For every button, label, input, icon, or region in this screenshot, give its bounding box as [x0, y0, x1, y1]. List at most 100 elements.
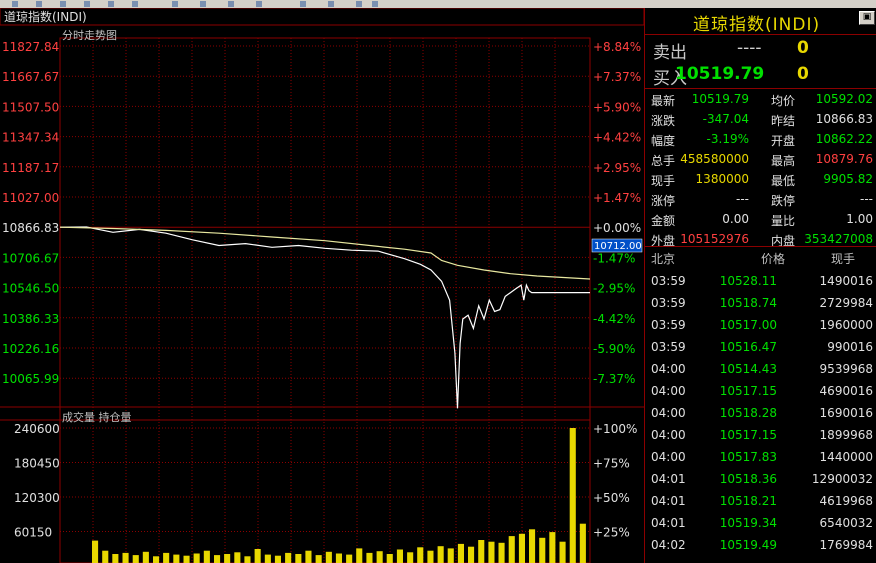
intraday-chart[interactable]: 道琼指数(INDI) 分时走势图 成交量 持仓量 11827.84 11667.6… — [0, 8, 644, 563]
volume-bar — [335, 553, 342, 563]
price-axis-label: 11347.34 — [2, 131, 59, 145]
toolbar-button-icon[interactable] — [132, 1, 138, 7]
tick-price: 10518.74 — [719, 296, 777, 310]
volume-axis-label: 240600 — [14, 422, 60, 436]
volume-bar — [193, 553, 200, 563]
tick-row: 03:59 10517.00 1960000 — [645, 314, 876, 336]
volume-bar — [153, 556, 160, 563]
toolbar-button-icon[interactable] — [228, 1, 234, 7]
volume-bar — [305, 550, 312, 563]
close-icon[interactable]: ▣ — [859, 11, 875, 25]
sell-row: 卖出 ---- 0 — [645, 35, 876, 63]
tick-volume: 1490016 — [819, 274, 873, 288]
toolbar-button-icon[interactable] — [200, 1, 206, 7]
volume-bar — [325, 551, 332, 563]
tick-time: 04:00 — [651, 406, 686, 420]
price-axis-label: 10866.83 — [2, 221, 59, 235]
volume-bar — [437, 546, 444, 563]
tick-volume: 1440000 — [819, 450, 873, 464]
quote-row: 幅度 -3.19% 开盘 10862.22 — [645, 129, 876, 149]
price-axis-label: 10546.50 — [2, 282, 59, 296]
volume-bar — [244, 556, 251, 563]
tick-time: 04:00 — [651, 428, 686, 442]
quote-value: --- — [736, 192, 749, 206]
toolbar-button-icon[interactable] — [256, 1, 262, 7]
tick-price: 10517.00 — [719, 318, 777, 332]
toolbar-button-icon[interactable] — [328, 1, 334, 7]
volume-bar — [254, 549, 261, 563]
pct-axis-label: +5.90% — [593, 100, 641, 114]
volume-pct-axis-label: +100% — [593, 422, 637, 436]
volume-bar — [214, 555, 221, 563]
tick-price: 10528.11 — [719, 274, 777, 288]
chart-caption: 道琼指数(INDI) — [4, 9, 87, 24]
volume-bar — [579, 523, 586, 563]
tick-volume: 4690016 — [819, 384, 873, 398]
tick-row: 04:01 10518.36 12900032 — [645, 468, 876, 490]
price-axis-label: 10706.67 — [2, 251, 59, 265]
quote-label: 最高 — [771, 154, 796, 168]
quote-label: 开盘 — [771, 134, 796, 148]
volume-bar — [183, 555, 190, 563]
toolbar-button-icon[interactable] — [356, 1, 362, 7]
quote-label: 昨结 — [771, 114, 796, 128]
volume-axis-label: 120300 — [14, 491, 60, 505]
volume-bar — [102, 550, 109, 563]
quote-row: 涨停 --- 跌停 --- — [645, 189, 876, 209]
volume-bar — [285, 552, 292, 563]
quote-label: 现手 — [651, 174, 676, 188]
quote-value: 1.00 — [846, 212, 873, 226]
tick-time: 04:01 — [651, 516, 686, 530]
tick-price: 10516.47 — [719, 340, 777, 354]
price-axis-label: 10226.16 — [2, 342, 59, 356]
price-axis-label: 11507.50 — [2, 100, 59, 114]
tick-row: 03:59 10528.11 1490016 — [645, 270, 876, 292]
volume-bar — [142, 551, 149, 563]
tick-volume: 990016 — [827, 340, 873, 354]
tick-time: 03:59 — [651, 274, 686, 288]
volume-bar — [447, 548, 454, 563]
tick-volume: 1690016 — [819, 406, 873, 420]
toolbar-button-icon[interactable] — [300, 1, 306, 7]
quote-value: 458580000 — [680, 152, 749, 166]
quote-value: 10866.83 — [815, 112, 873, 126]
volume-bar — [457, 543, 464, 563]
quote-value: --- — [860, 192, 873, 206]
volume-bar — [417, 547, 424, 563]
toolbar-button-icon[interactable] — [84, 1, 90, 7]
tick-time: 04:01 — [651, 472, 686, 486]
tick-time: 04:01 — [651, 494, 686, 508]
quote-label: 涨跌 — [651, 114, 676, 128]
pct-axis-label: +8.84% — [593, 40, 641, 54]
buy-volume: 0 — [797, 64, 809, 84]
tick-row: 04:00 10518.28 1690016 — [645, 402, 876, 424]
volume-axis-label: 180450 — [14, 457, 60, 471]
toolbar-button-icon[interactable] — [60, 1, 66, 7]
tick-price: 10519.34 — [719, 516, 777, 530]
volume-bar — [234, 552, 241, 563]
toolbar-button-icon[interactable] — [12, 1, 18, 7]
tick-price: 10518.36 — [719, 472, 777, 486]
quote-panel: 道琼指数(INDI) ▣ 卖出 ---- 0 买入 10519.79 0 最新 1… — [644, 8, 876, 563]
volume-bar — [366, 552, 373, 563]
volume-bar — [264, 554, 271, 563]
quote-value: -347.04 — [702, 112, 749, 126]
quote-row: 金额 0.00 量比 1.00 — [645, 209, 876, 229]
tick-price: 10518.21 — [719, 494, 777, 508]
tick-volume: 1899968 — [819, 428, 873, 442]
quote-row: 涨跌 -347.04 昨结 10866.83 — [645, 109, 876, 129]
toolbar-button-icon[interactable] — [172, 1, 178, 7]
toolbar-button-icon[interactable] — [36, 1, 42, 7]
tick-volume: 1960000 — [819, 318, 873, 332]
quote-value: 353427008 — [804, 232, 873, 246]
quote-value: -3.19% — [706, 132, 749, 146]
quote-row: 总手 458580000 最高 10879.76 — [645, 149, 876, 169]
volume-pct-axis-label: +25% — [593, 526, 630, 540]
volume-label: 成交量 持仓量 — [62, 410, 132, 424]
toolbar-button-icon[interactable] — [372, 1, 378, 7]
toolbar-button-icon[interactable] — [108, 1, 114, 7]
volume-bar — [386, 554, 393, 563]
tick-price: 10517.15 — [719, 384, 777, 398]
ticks-header-time: 北京 — [651, 252, 676, 266]
quote-value: 1380000 — [695, 172, 749, 186]
